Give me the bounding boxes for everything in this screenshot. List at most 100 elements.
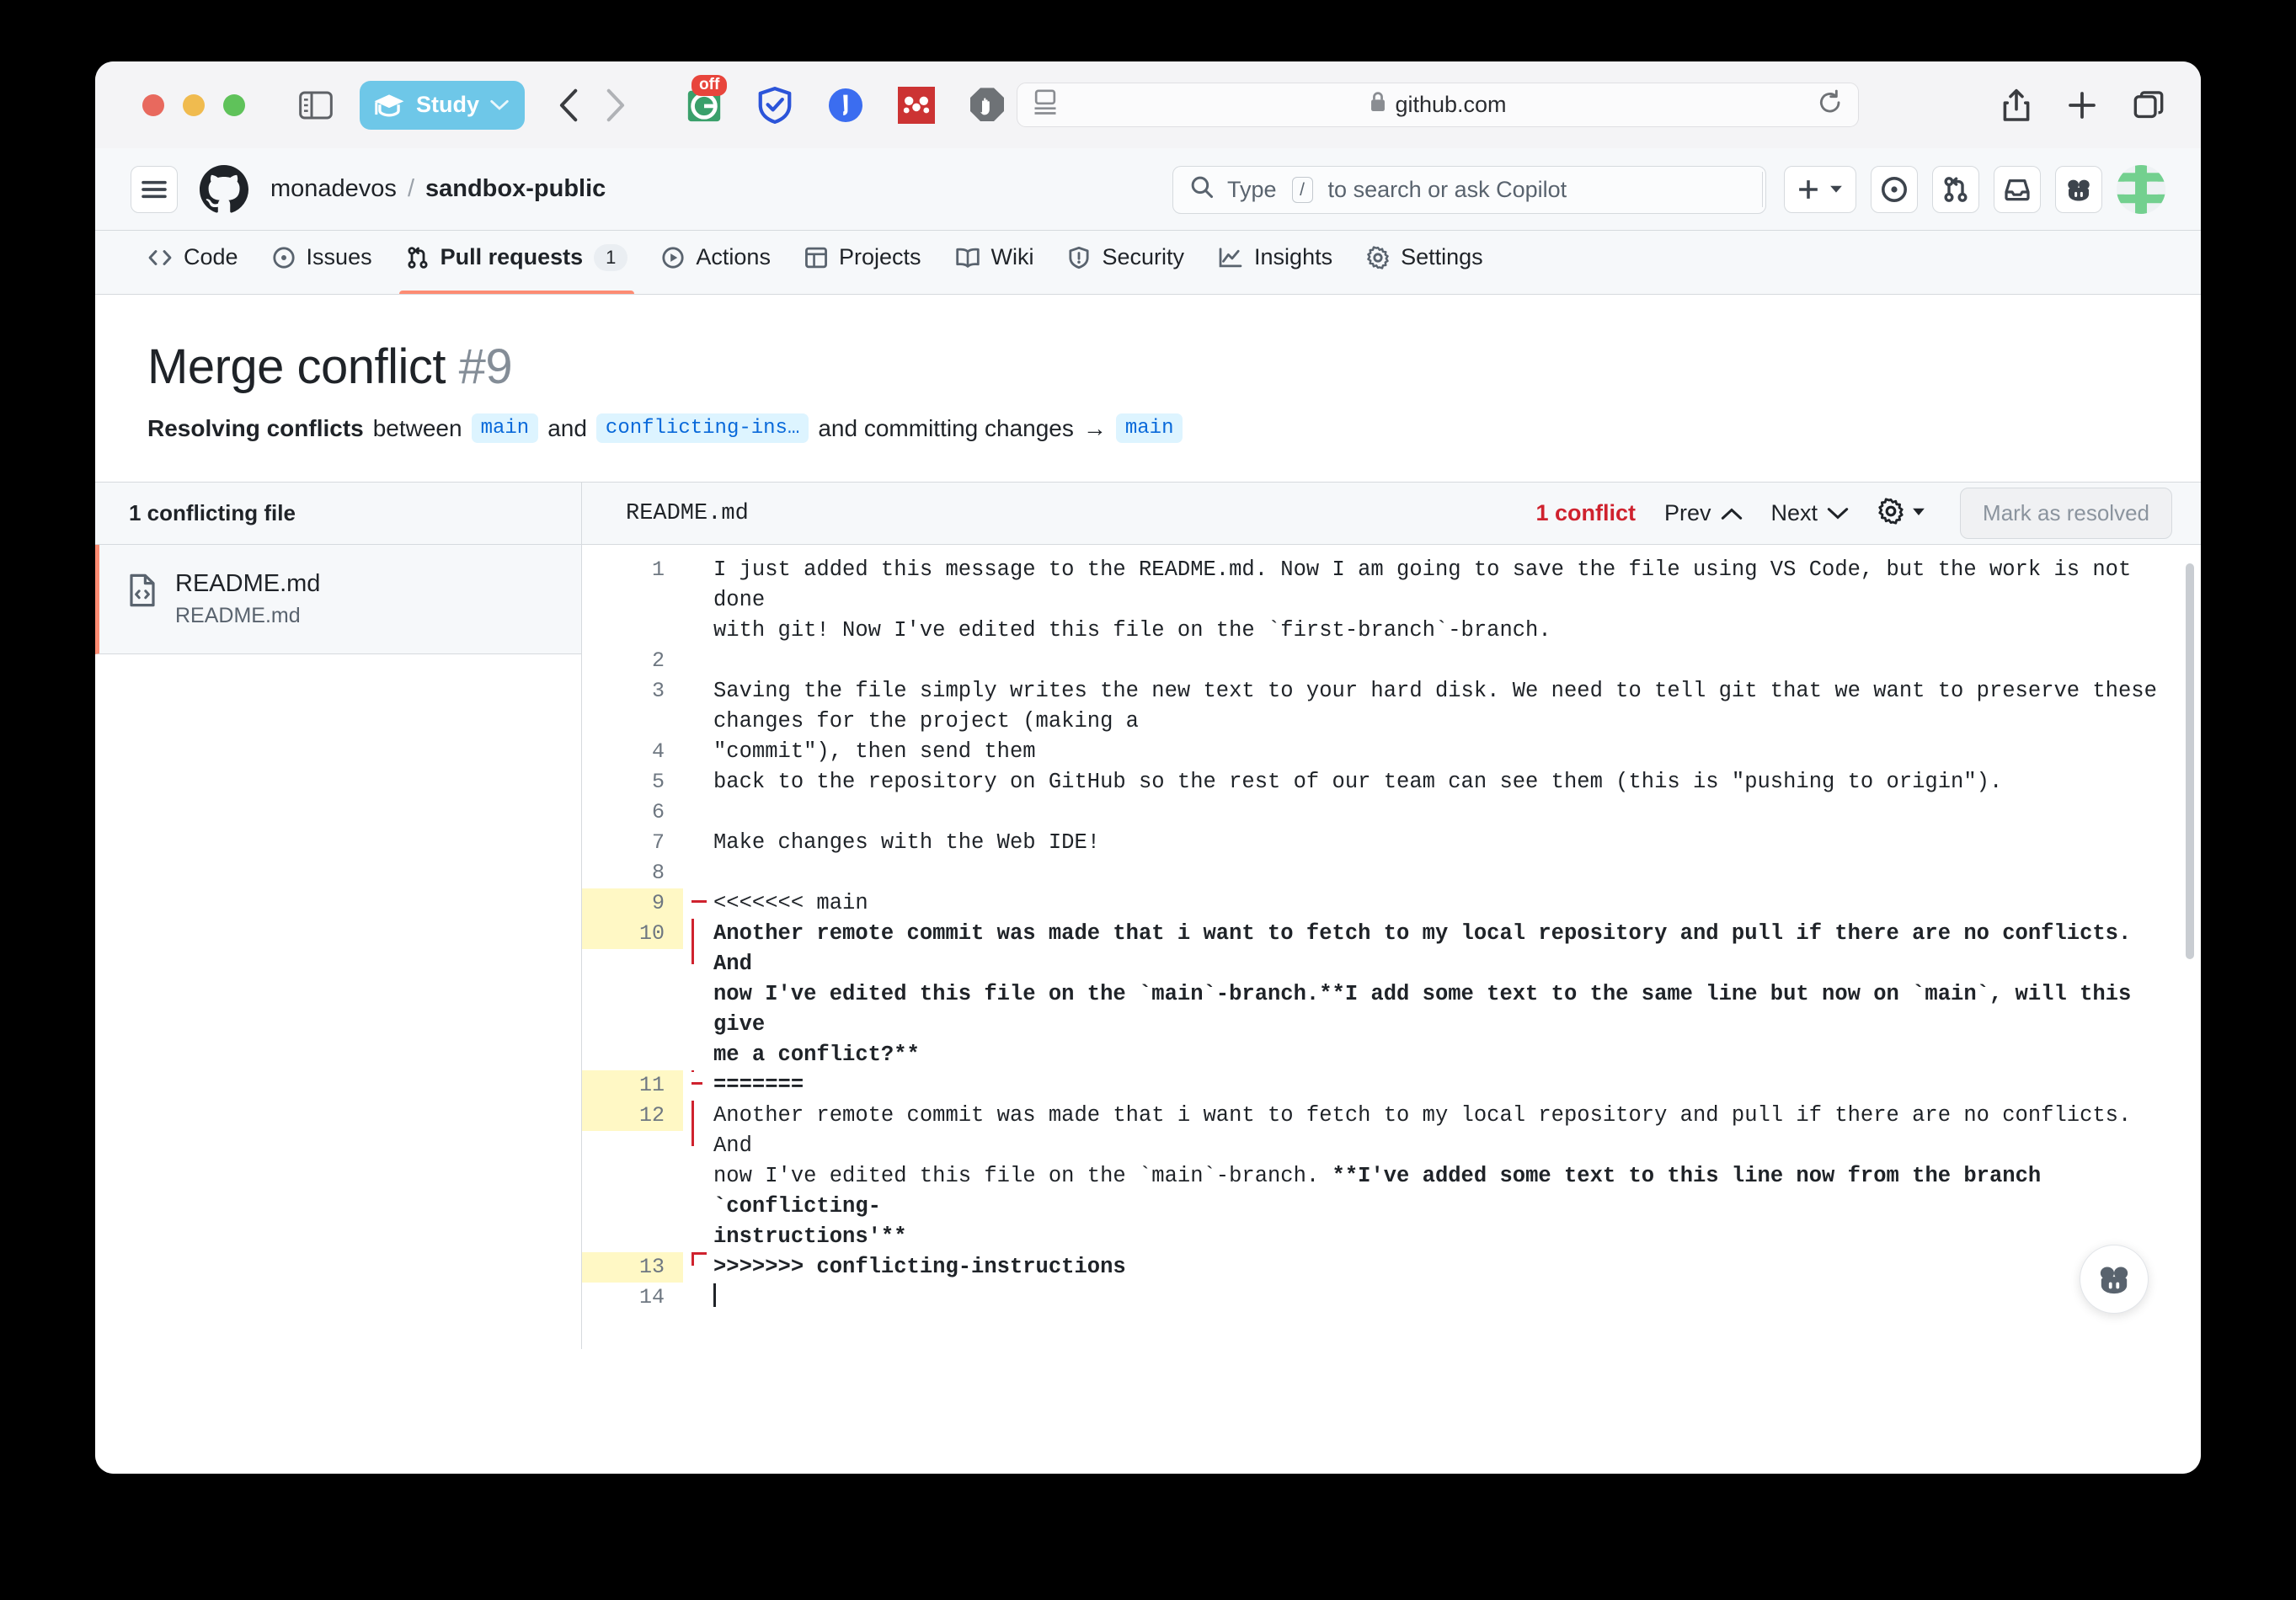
url-text: github.com [1395, 92, 1507, 117]
copilot-chat-fab[interactable] [2080, 1245, 2149, 1314]
adblock-extension-icon[interactable] [968, 86, 1007, 125]
repo-nav-issues[interactable]: Issues [255, 231, 389, 294]
line-content [713, 1283, 2201, 1313]
forward-button[interactable] [604, 88, 626, 122]
reload-icon[interactable] [1818, 89, 1843, 120]
pull-request-icon [406, 246, 430, 269]
profile-tab-label: Study [416, 92, 480, 117]
grammarly-extension-icon[interactable]: off [685, 74, 728, 125]
line-number: 1 [651, 557, 665, 582]
line-content: Another remote commit was made that i wa… [713, 921, 2132, 1067]
minimize-window-button[interactable] [183, 93, 205, 116]
code-line[interactable]: 14 [582, 1283, 2201, 1313]
new-tab-icon[interactable] [2068, 91, 2096, 120]
line-number: 13 [582, 1252, 683, 1283]
target-branch-chip[interactable]: main [1115, 413, 1183, 443]
code-line[interactable]: 12 Another remote commit was made that i … [582, 1101, 2201, 1252]
code-line[interactable]: 5 back to the repository on GitHub so the… [582, 767, 2201, 797]
copilot-button[interactable] [2055, 166, 2102, 213]
repo-nav-security[interactable]: Security [1050, 231, 1201, 294]
conflicting-files-sidebar: 1 conflicting file README.md README.md [95, 483, 582, 1349]
lastpass-extension-icon[interactable] [826, 86, 865, 125]
reader-view-icon[interactable] [1033, 89, 1058, 120]
back-button[interactable] [558, 88, 580, 122]
editor-settings-button[interactable] [1877, 498, 1926, 529]
conflict-count-label: 1 conflict [1535, 500, 1636, 525]
editor-toolbar: README.md 1 conflict Prev Next Mark as r… [582, 483, 2201, 545]
search-placeholder-tail: to search or ask Copilot [1327, 177, 1567, 202]
code-line[interactable]: 9 <<<<<<< main [582, 888, 2201, 919]
subtitle-between: between [372, 414, 462, 441]
code-line[interactable]: 8 [582, 858, 2201, 888]
base-branch-chip[interactable]: main [471, 413, 539, 443]
sidebar-toggle-icon[interactable] [299, 91, 333, 120]
safari-window: Study off github.com monadevos / sandbox… [95, 61, 2201, 1474]
profile-tab-group-button[interactable]: Study [360, 80, 526, 130]
prev-conflict-button[interactable]: Prev [1664, 500, 1743, 526]
line-content: >>>>>>> conflicting-instructions [713, 1255, 1126, 1279]
search-input[interactable]: Type / to search or ask Copilot [1172, 166, 1766, 214]
next-conflict-button[interactable]: Next [1771, 500, 1850, 526]
line-content: Saving the file simply writes the new te… [713, 679, 2157, 733]
breadcrumb-owner[interactable]: monadevos [270, 175, 397, 203]
repo-nav-insights[interactable]: Insights [1201, 231, 1349, 294]
code-line[interactable]: 4 "commit"), then send them [582, 737, 2201, 767]
toolbar-right-actions [2002, 61, 2164, 148]
create-new-button[interactable] [1784, 166, 1856, 213]
line-number: 10 [582, 919, 683, 949]
breadcrumb-repo[interactable]: sandbox-public [425, 175, 606, 203]
repo-nav-projects[interactable]: Projects [788, 231, 938, 294]
pull-requests-count-badge: 1 [594, 243, 628, 271]
tab-overview-icon[interactable] [2133, 90, 2164, 120]
book-icon [955, 247, 980, 269]
line-number: 5 [651, 770, 665, 794]
repo-nav-wiki[interactable]: Wiki [938, 231, 1051, 294]
head-branch-chip[interactable]: conflicting-ins… [595, 413, 809, 443]
navigation-arrows [558, 88, 626, 122]
line-number: 6 [651, 800, 665, 824]
code-line[interactable]: 1 I just added this message to the README… [582, 545, 2201, 646]
close-window-button[interactable] [142, 93, 164, 116]
issues-button[interactable] [1871, 166, 1918, 213]
code-line[interactable]: 2 [582, 646, 2201, 676]
mark-as-resolved-button[interactable]: Mark as resolved [1960, 488, 2172, 539]
repo-nav-code[interactable]: Code [131, 231, 255, 294]
line-number: 14 [638, 1285, 665, 1309]
avatar[interactable] [2117, 165, 2165, 214]
code-line[interactable]: 10 Another remote commit was made that i … [582, 919, 2201, 1070]
pull-requests-button[interactable] [1932, 166, 1979, 213]
code-line[interactable]: 11 ======= [582, 1070, 2201, 1101]
notifications-inbox-button[interactable] [1994, 166, 2041, 213]
line-number: 8 [651, 861, 665, 885]
global-menu-button[interactable] [131, 165, 178, 213]
editor-filename: README.md [626, 500, 749, 526]
code-editor[interactable]: 1 I just added this message to the README… [582, 545, 2201, 1349]
line-content: Another remote commit was made that i wa… [713, 1103, 2132, 1249]
mendeley-extension-icon[interactable] [897, 86, 936, 125]
repo-nav-settings[interactable]: Settings [1349, 231, 1500, 294]
repo-nav-actions[interactable]: Actions [644, 231, 788, 294]
conflicting-file-item[interactable]: README.md README.md [95, 545, 581, 654]
line-number: 7 [651, 830, 665, 855]
editor-scrollbar[interactable] [2186, 563, 2194, 959]
code-line[interactable]: 13 >>>>>>> conflicting-instructions [582, 1252, 2201, 1283]
address-bar[interactable]: github.com [1017, 83, 1859, 127]
search-slash-key: / [1291, 177, 1313, 203]
repo-nav-pull-requests[interactable]: Pull requests 1 [389, 231, 645, 294]
code-line[interactable]: 7 Make changes with the Web IDE! [582, 828, 2201, 858]
breadcrumb: monadevos / sandbox-public [270, 175, 606, 203]
adguard-extension-icon[interactable] [756, 86, 794, 125]
repo-nav-label: Security [1102, 244, 1185, 269]
page-title: Merge conflict #9 [147, 339, 2165, 395]
maximize-window-button[interactable] [223, 93, 245, 116]
chevron-down-icon[interactable] [490, 99, 509, 111]
github-page: monadevos / sandbox-public Type / to sea… [95, 148, 2201, 1474]
code-line[interactable]: 3 Saving the file simply writes the new t… [582, 676, 2201, 737]
line-content: <<<<<<< main [713, 891, 868, 915]
code-line[interactable]: 6 [582, 797, 2201, 828]
github-global-header: monadevos / sandbox-public Type / to sea… [95, 148, 2201, 231]
share-icon[interactable] [2002, 88, 2031, 122]
repo-nav-label: Projects [838, 244, 921, 269]
github-logo-icon[interactable] [200, 164, 248, 214]
issue-icon [272, 246, 296, 269]
